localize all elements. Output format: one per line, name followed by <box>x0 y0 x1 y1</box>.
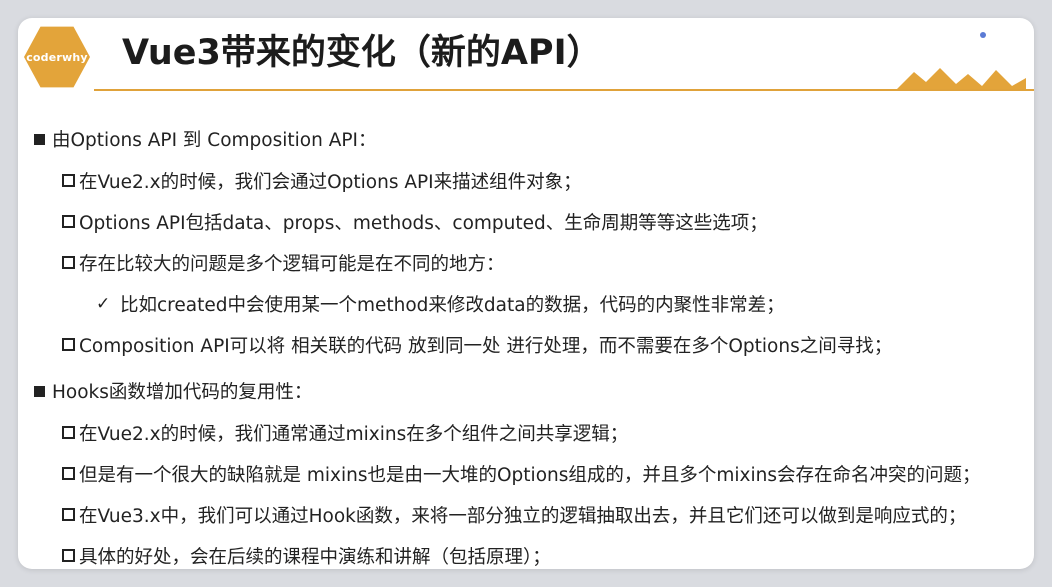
list-item-text: Composition API可以将 相关联的代码 放到同一处 进行处理，而不需… <box>79 335 893 357</box>
list-item-text: 在Vue2.x的时候，我们会通过Options API来描述组件对象； <box>79 171 582 193</box>
logo-hexagon: coderwhy <box>24 26 90 88</box>
list-item: 但是有一个很大的缺陷就是 mixins也是由一大堆的Options组成的，并且多… <box>32 453 1032 494</box>
mountains-decoration <box>896 68 1026 90</box>
list-item-text: 在Vue2.x的时候，我们通常通过mixins在多个组件之间共享逻辑； <box>79 423 629 445</box>
list-item-text: 存在比较大的问题是多个逻辑可能是在不同的地方： <box>79 253 505 275</box>
box-bullet-icon <box>62 174 75 187</box>
box-bullet-icon <box>62 467 75 480</box>
square-bullet-icon <box>34 133 45 145</box>
logo-text: coderwhy <box>26 50 88 64</box>
box-bullet-icon <box>62 215 75 228</box>
list-item-text: 在Vue3.x中，我们可以通过Hook函数，来将一部分独立的逻辑抽取出去，并且它… <box>79 505 967 527</box>
slide-content: 由Options API 到 Composition API： 在Vue2.x的… <box>32 118 1032 569</box>
slide-title: Vue3带来的变化（新的API） <box>122 33 602 73</box>
logo: coderwhy <box>24 24 90 90</box>
section-heading: Hooks函数增加代码的复用性： <box>32 370 1032 412</box>
box-bullet-icon <box>62 549 75 562</box>
list-item-text: 具体的好处，会在后续的课程中演练和讲解（包括原理）； <box>79 546 551 568</box>
check-icon: ✓ <box>96 293 111 314</box>
sub-list-item: ✓ 比如created中会使用某一个method来修改data的数据，代码的内聚… <box>32 283 1032 324</box>
box-bullet-icon <box>62 256 75 269</box>
list-item: 在Vue2.x的时候，我们通常通过mixins在多个组件之间共享逻辑； <box>32 412 1032 453</box>
box-bullet-icon <box>62 338 75 351</box>
corner-dot <box>980 32 986 38</box>
box-bullet-icon <box>62 508 75 521</box>
list-item-text: Options API包括data、props、methods、computed… <box>79 212 768 234</box>
list-item: 具体的好处，会在后续的课程中演练和讲解（包括原理）； <box>32 535 1032 569</box>
header-divider <box>94 89 1034 91</box>
sub-list-item-text: 比如created中会使用某一个method来修改data的数据，代码的内聚性非… <box>120 294 785 316</box>
list-item: Options API包括data、props、methods、computed… <box>32 201 1032 242</box>
section-heading: 由Options API 到 Composition API： <box>32 118 1032 160</box>
box-bullet-icon <box>62 426 75 439</box>
list-item: 存在比较大的问题是多个逻辑可能是在不同的地方： <box>32 242 1032 283</box>
section-heading-text: 由Options API 到 Composition API： <box>52 130 377 151</box>
section-heading-text: Hooks函数增加代码的复用性： <box>52 382 313 403</box>
square-bullet-icon <box>34 385 45 397</box>
list-item: 在Vue3.x中，我们可以通过Hook函数，来将一部分独立的逻辑抽取出去，并且它… <box>32 494 1032 535</box>
list-item: 在Vue2.x的时候，我们会通过Options API来描述组件对象； <box>32 160 1032 201</box>
slide: coderwhy Vue3带来的变化（新的API） 由Options API 到… <box>18 18 1034 569</box>
list-item-text: 但是有一个很大的缺陷就是 mixins也是由一大堆的Options组成的，并且多… <box>79 464 981 486</box>
list-item: Composition API可以将 相关联的代码 放到同一处 进行处理，而不需… <box>32 324 1032 365</box>
